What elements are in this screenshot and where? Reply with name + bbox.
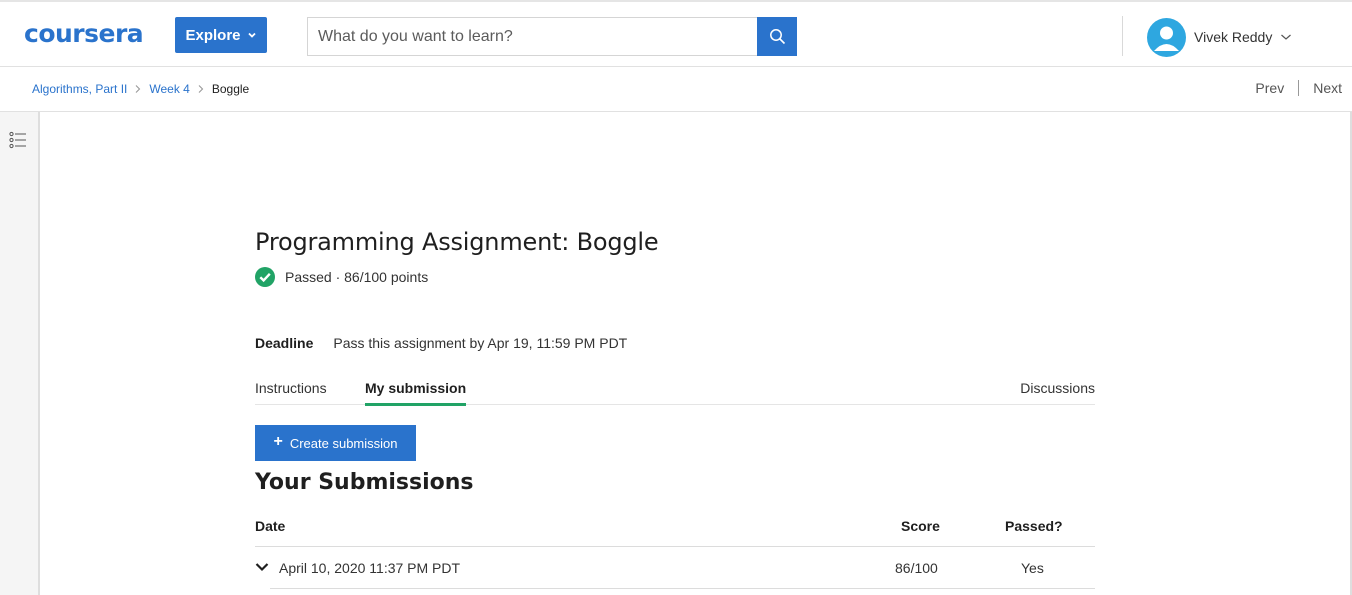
course-outline-sidebar [0, 112, 40, 595]
assignment-tabs: Instructions My submission Discussions [255, 378, 1095, 406]
next-link[interactable]: Next [1313, 80, 1342, 96]
row-divider [270, 588, 1095, 589]
check-circle-icon [255, 267, 275, 287]
chevron-right-icon [198, 85, 204, 93]
chevron-right-icon [135, 85, 141, 93]
submissions-heading: Your Submissions [255, 470, 474, 495]
submission-date: April 10, 2020 11:37 PM PDT [279, 560, 461, 576]
prev-link[interactable]: Prev [1255, 80, 1284, 96]
header-divider [1122, 16, 1123, 56]
search-button[interactable] [757, 17, 797, 56]
breadcrumb-course[interactable]: Algorithms, Part II [32, 82, 127, 96]
submission-score: 86/100 [895, 560, 938, 576]
search-icon [769, 29, 785, 45]
top-nav: coursera Explore Vivek Reddy [0, 0, 1352, 67]
breadcrumb-current: Boggle [211, 82, 250, 96]
coursera-logo[interactable]: coursera [24, 19, 144, 48]
explore-button[interactable]: Explore [175, 17, 267, 53]
page-title: Programming Assignment: Boggle [255, 228, 659, 256]
grade-status: Passed · 86/100 points [255, 267, 428, 287]
chevron-down-icon [247, 32, 256, 38]
create-submission-label: Create submission [289, 435, 398, 451]
breadcrumb-week[interactable]: Week 4 [149, 82, 189, 96]
deadline-text: Pass this assignment by Apr 19, 11:59 PM… [333, 335, 628, 351]
tab-instructions[interactable]: Instructions [255, 380, 327, 396]
tab-my-submission[interactable]: My submission [365, 380, 467, 406]
search-input[interactable] [307, 17, 758, 56]
prev-next-divider [1298, 80, 1300, 96]
deadline-label: Deadline [255, 335, 314, 351]
breadcrumb-bar: Algorithms, Part II Week 4 Boggle Prev N… [0, 67, 1352, 112]
table-row[interactable]: April 10, 2020 11:37 PM PDT 86/100 Yes [255, 547, 1095, 589]
deadline: Deadline Pass this assignment by Apr 19,… [255, 335, 627, 351]
chevron-down-icon[interactable] [255, 560, 269, 574]
column-header-score: Score [901, 518, 940, 534]
breadcrumb: Algorithms, Part II Week 4 Boggle [32, 82, 249, 96]
submissions-table-header: Date Score Passed? [255, 516, 1095, 547]
prev-next-nav: Prev Next [1255, 80, 1342, 96]
plus-icon: + [273, 433, 283, 450]
submission-passed: Yes [1021, 560, 1044, 576]
user-menu[interactable]: Vivek Reddy [1147, 17, 1292, 57]
outline-list-icon[interactable] [9, 131, 27, 149]
user-name: Vivek Reddy [1194, 29, 1273, 45]
tab-discussions[interactable]: Discussions [1020, 380, 1095, 396]
avatar-icon [1147, 17, 1186, 57]
column-header-date: Date [255, 518, 286, 534]
create-submission-button[interactable]: + Create submission [255, 425, 416, 461]
column-header-passed: Passed? [1005, 518, 1063, 534]
grade-status-text: Passed · 86/100 points [285, 269, 429, 285]
chevron-down-icon [1281, 34, 1292, 40]
explore-label: Explore [185, 26, 241, 44]
